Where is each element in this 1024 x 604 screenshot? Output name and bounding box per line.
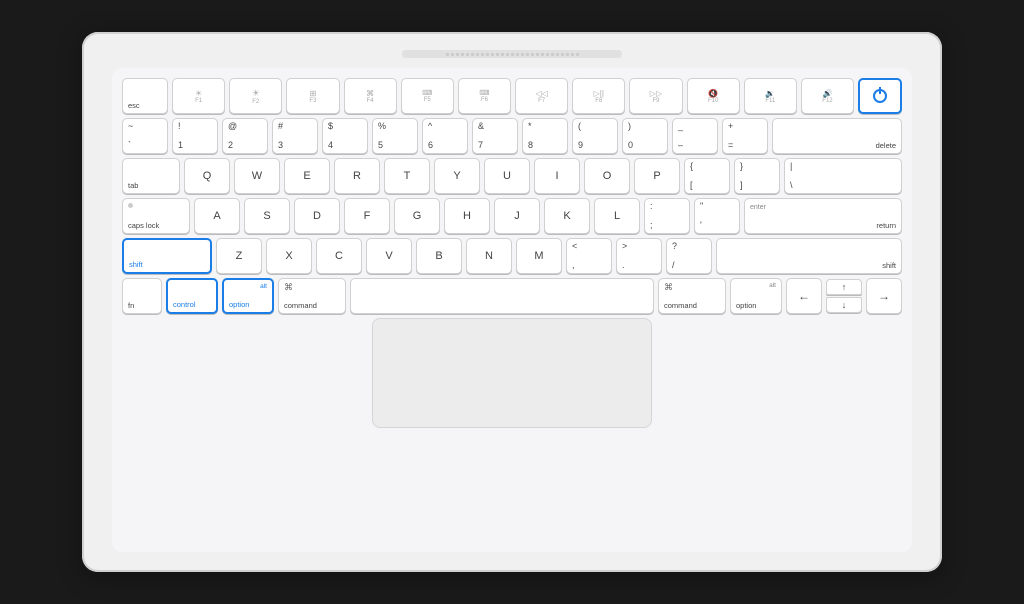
key-n[interactable]: N bbox=[466, 238, 512, 274]
key-5[interactable]: %5 bbox=[372, 118, 418, 154]
key-command-right[interactable]: ⌘ command bbox=[658, 278, 726, 314]
speaker-bar bbox=[402, 50, 622, 58]
trackpad[interactable] bbox=[372, 318, 652, 428]
key-arrow-right[interactable]: → bbox=[866, 278, 902, 314]
key-r[interactable]: R bbox=[334, 158, 380, 194]
number-row: ~` !1 @2 #3 $4 %5 ^6 &7 bbox=[122, 118, 902, 154]
key-o[interactable]: O bbox=[584, 158, 630, 194]
key-e[interactable]: E bbox=[284, 158, 330, 194]
key-f7[interactable]: ◁◁F7 bbox=[515, 78, 568, 114]
laptop-body: esc ☀F1 ☀F2 ⊞F3 ⌘F4 ⌨F5 ⌨F6 ◁◁F7 bbox=[82, 32, 942, 572]
key-x[interactable]: X bbox=[266, 238, 312, 274]
key-f4[interactable]: ⌘F4 bbox=[344, 78, 397, 114]
key-b[interactable]: B bbox=[416, 238, 462, 274]
key-bracket-close[interactable]: }] bbox=[734, 158, 780, 194]
key-y[interactable]: Y bbox=[434, 158, 480, 194]
key-equals[interactable]: += bbox=[722, 118, 768, 154]
key-0[interactable]: )0 bbox=[622, 118, 668, 154]
key-v[interactable]: V bbox=[366, 238, 412, 274]
key-u[interactable]: U bbox=[484, 158, 530, 194]
key-tilde[interactable]: ~` bbox=[122, 118, 168, 154]
qwerty-row: tab Q W E R T Y U I O P {[ }] |\ bbox=[122, 158, 902, 194]
key-c[interactable]: C bbox=[316, 238, 362, 274]
key-control[interactable]: control bbox=[166, 278, 218, 314]
key-option-right[interactable]: alt option bbox=[730, 278, 782, 314]
key-bracket-open[interactable]: {[ bbox=[684, 158, 730, 194]
key-enter[interactable]: enter return bbox=[744, 198, 902, 234]
key-d[interactable]: D bbox=[294, 198, 340, 234]
key-l[interactable]: L bbox=[594, 198, 640, 234]
key-backslash[interactable]: |\ bbox=[784, 158, 902, 194]
key-6[interactable]: ^6 bbox=[422, 118, 468, 154]
key-j[interactable]: J bbox=[494, 198, 540, 234]
key-f11[interactable]: 🔉F11 bbox=[744, 78, 797, 114]
key-f1[interactable]: ☀F1 bbox=[172, 78, 225, 114]
key-f3[interactable]: ⊞F3 bbox=[286, 78, 339, 114]
key-comma[interactable]: <, bbox=[566, 238, 612, 274]
keyboard-area: esc ☀F1 ☀F2 ⊞F3 ⌘F4 ⌨F5 ⌨F6 ◁◁F7 bbox=[112, 68, 912, 552]
arrow-up-down-col: ↑ ↓ bbox=[826, 279, 862, 313]
key-f6[interactable]: ⌨F6 bbox=[458, 78, 511, 114]
key-f8[interactable]: ▷||F8 bbox=[572, 78, 625, 114]
key-t[interactable]: T bbox=[384, 158, 430, 194]
key-p[interactable]: P bbox=[634, 158, 680, 194]
key-f5[interactable]: ⌨F5 bbox=[401, 78, 454, 114]
key-4[interactable]: $4 bbox=[322, 118, 368, 154]
key-2[interactable]: @2 bbox=[222, 118, 268, 154]
key-arrow-up[interactable]: ↑ bbox=[826, 279, 862, 295]
key-q[interactable]: Q bbox=[184, 158, 230, 194]
power-icon bbox=[873, 89, 887, 103]
key-minus[interactable]: _– bbox=[672, 118, 718, 154]
bottom-row: fn control alt option ⌘ command ⌘ comman… bbox=[122, 278, 902, 314]
key-quote[interactable]: "' bbox=[694, 198, 740, 234]
key-fn[interactable]: fn bbox=[122, 278, 162, 314]
key-space[interactable] bbox=[350, 278, 654, 314]
key-period[interactable]: >. bbox=[616, 238, 662, 274]
shift-row: shift Z X C V B N M <, >. ?/ shift bbox=[122, 238, 902, 274]
key-capslock[interactable]: caps lock bbox=[122, 198, 190, 234]
key-arrow-left[interactable]: ← bbox=[786, 278, 822, 314]
key-f9[interactable]: ▷▷F9 bbox=[629, 78, 682, 114]
key-command-left[interactable]: ⌘ command bbox=[278, 278, 346, 314]
home-row: caps lock A S D F G H J K L :; "' enter … bbox=[122, 198, 902, 234]
fn-row: esc ☀F1 ☀F2 ⊞F3 ⌘F4 ⌨F5 ⌨F6 ◁◁F7 bbox=[122, 78, 902, 114]
key-power[interactable] bbox=[858, 78, 902, 114]
key-w[interactable]: W bbox=[234, 158, 280, 194]
key-shift-left[interactable]: shift bbox=[122, 238, 212, 274]
key-7[interactable]: &7 bbox=[472, 118, 518, 154]
key-a[interactable]: A bbox=[194, 198, 240, 234]
key-f12[interactable]: 🔊F12 bbox=[801, 78, 854, 114]
key-f10[interactable]: 🔇F10 bbox=[687, 78, 740, 114]
key-k[interactable]: K bbox=[544, 198, 590, 234]
key-esc[interactable]: esc bbox=[122, 78, 168, 114]
key-delete[interactable]: delete bbox=[772, 118, 902, 154]
key-g[interactable]: G bbox=[394, 198, 440, 234]
key-m[interactable]: M bbox=[516, 238, 562, 274]
key-f2[interactable]: ☀F2 bbox=[229, 78, 282, 114]
key-8[interactable]: *8 bbox=[522, 118, 568, 154]
key-slash[interactable]: ?/ bbox=[666, 238, 712, 274]
key-f[interactable]: F bbox=[344, 198, 390, 234]
key-3[interactable]: #3 bbox=[272, 118, 318, 154]
key-h[interactable]: H bbox=[444, 198, 490, 234]
key-z[interactable]: Z bbox=[216, 238, 262, 274]
key-option-left[interactable]: alt option bbox=[222, 278, 274, 314]
key-semicolon[interactable]: :; bbox=[644, 198, 690, 234]
key-arrow-down[interactable]: ↓ bbox=[826, 297, 862, 313]
key-shift-right[interactable]: shift bbox=[716, 238, 902, 274]
key-s[interactable]: S bbox=[244, 198, 290, 234]
key-i[interactable]: I bbox=[534, 158, 580, 194]
key-1[interactable]: !1 bbox=[172, 118, 218, 154]
key-tab[interactable]: tab bbox=[122, 158, 180, 194]
key-9[interactable]: (9 bbox=[572, 118, 618, 154]
